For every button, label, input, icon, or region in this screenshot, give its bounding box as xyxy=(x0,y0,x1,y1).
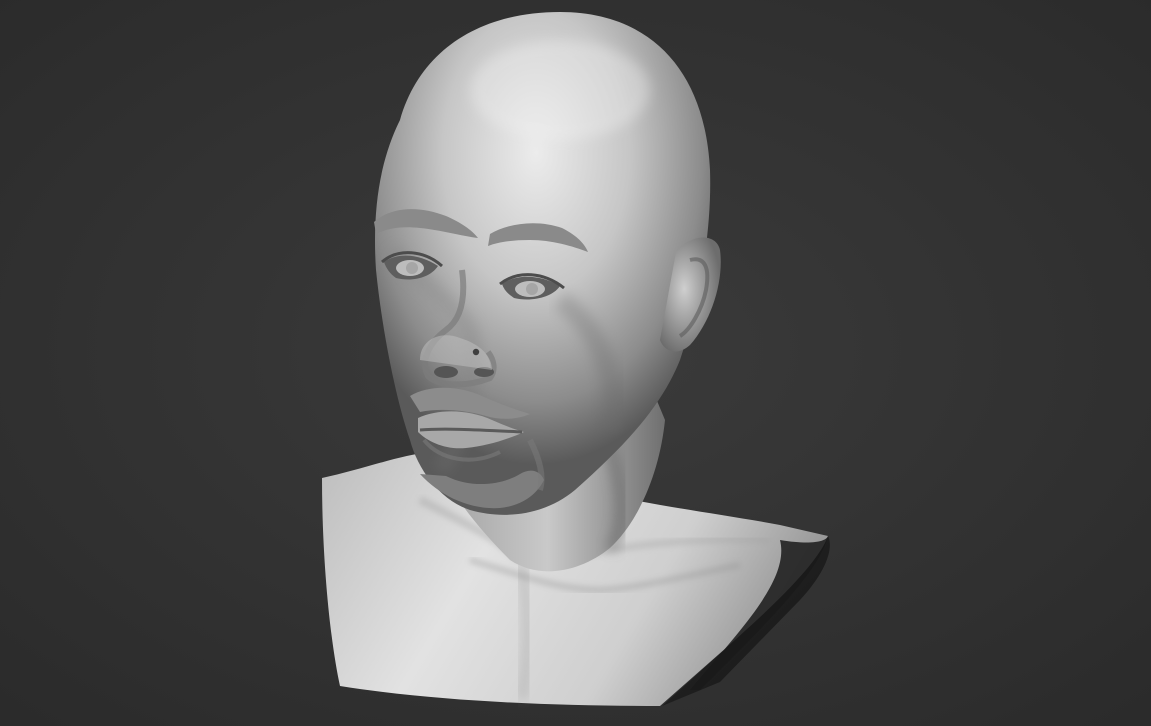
head-highlight xyxy=(470,40,650,140)
sculpt-viewport[interactable] xyxy=(0,0,1151,726)
nose-piercing xyxy=(472,348,480,356)
viewport-canvas xyxy=(0,0,1151,726)
